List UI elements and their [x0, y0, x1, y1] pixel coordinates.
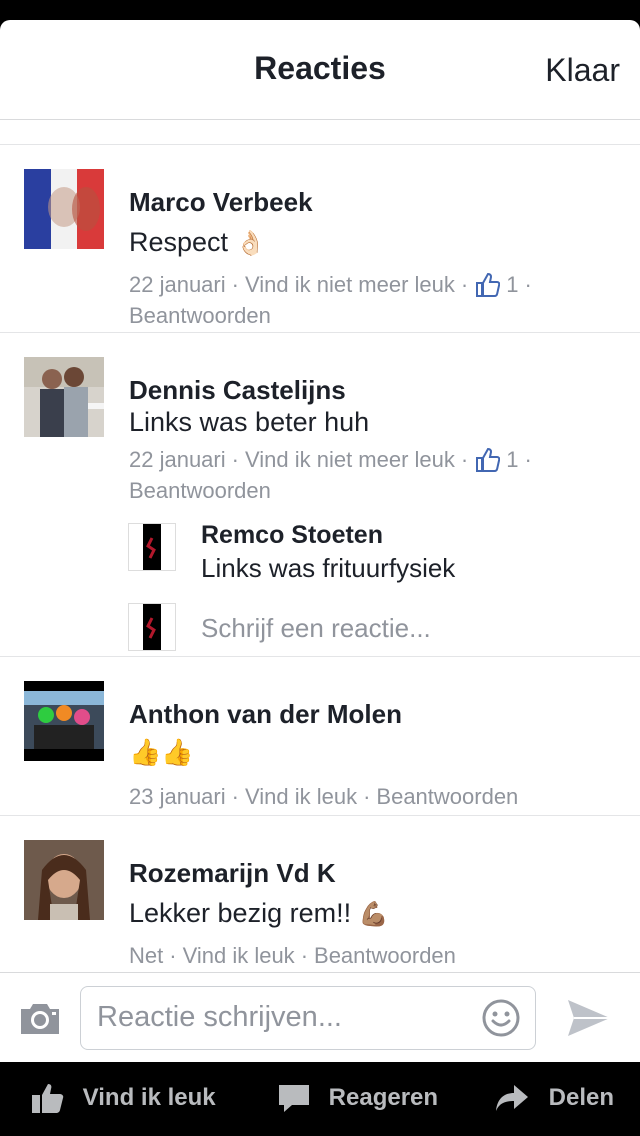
- comment-action-button[interactable]: Reageren: [276, 1082, 438, 1114]
- page-title: Reacties: [254, 50, 386, 86]
- comment-item: Dennis Castelijns Links was beter huh 22…: [0, 333, 640, 655]
- like-link[interactable]: Vind ik leuk: [245, 784, 357, 809]
- reply-text: Links was frituurfysiek: [201, 553, 456, 583]
- timestamp: 22 januari: [129, 272, 226, 298]
- bottom-action-bar: Vind ik leuk Reageren Delen: [0, 1062, 640, 1136]
- unlike-link[interactable]: Vind ik niet meer leuk: [245, 447, 455, 472]
- comment-input[interactable]: Reactie schrijven...: [80, 986, 536, 1050]
- send-icon[interactable]: [566, 997, 612, 1039]
- like-count: 1: [506, 447, 519, 473]
- reply-link[interactable]: Beantwoorden: [376, 784, 518, 809]
- emoji-icon[interactable]: [481, 998, 521, 1038]
- comments-sheet: Reacties Klaar Marco Verbeek Respect 👌🏻 …: [0, 20, 640, 1062]
- reply-link[interactable]: Beantwoorden: [129, 478, 271, 503]
- reply-link[interactable]: Beantwoorden: [129, 303, 271, 328]
- comment-item: Rozemarijn Vd K Lekker bezig rem!! 💪🏽 Ne…: [0, 816, 640, 972]
- timestamp: 22 januari: [129, 447, 226, 473]
- commenter-name[interactable]: Dennis Castelijns: [129, 375, 346, 406]
- done-button[interactable]: Klaar: [545, 52, 620, 89]
- timestamp: Net: [129, 943, 164, 969]
- like-action-label: Vind ik leuk: [82, 1084, 216, 1111]
- thumbs-up-emoji: 👍👍: [129, 737, 194, 767]
- comment-icon: [279, 1085, 309, 1112]
- my-avatar: [128, 603, 176, 651]
- comment-text: Links was beter huh: [129, 407, 370, 437]
- avatar[interactable]: [24, 169, 104, 249]
- like-count: 1: [506, 272, 519, 298]
- share-action-label: Delen: [548, 1084, 615, 1111]
- comment-text: Lekker bezig rem!! 💪🏽: [129, 898, 389, 929]
- comment-composer: Reactie schrijven...: [0, 972, 640, 1062]
- ok-hand-emoji: 👌🏻: [235, 230, 266, 257]
- header: Reacties Klaar: [0, 20, 640, 120]
- commenter-name[interactable]: Rozemarijn Vd K: [129, 858, 336, 889]
- thumbs-up-icon: [32, 1084, 64, 1113]
- camera-icon[interactable]: [18, 1001, 62, 1037]
- comment-text-body: Respect: [129, 227, 229, 257]
- flexed-biceps-emoji: 💪🏽: [358, 901, 389, 928]
- reply-link[interactable]: Beantwoorden: [314, 943, 456, 968]
- comment-meta: Net · Vind ik leuk · Beantwoorden: [129, 943, 456, 969]
- comment-input-placeholder: Reactie schrijven...: [97, 1001, 342, 1033]
- comment-text-body: Lekker bezig rem!!: [129, 898, 352, 928]
- comment-meta: 23 januari · Vind ik leuk · Beantwoorden: [129, 784, 519, 810]
- like-action-button[interactable]: Vind ik leuk: [30, 1082, 216, 1114]
- reply-input[interactable]: Schrijf een reactie...: [201, 613, 431, 644]
- commenter-name[interactable]: Marco Verbeek: [129, 187, 313, 218]
- comment-meta: 22 januari · Vind ik niet meer leuk · 1 · Bea…: [129, 447, 532, 504]
- unlike-link[interactable]: Vind ik niet meer leuk: [245, 272, 455, 297]
- avatar[interactable]: [24, 840, 104, 920]
- commenter-name[interactable]: Anthon van der Molen: [129, 699, 402, 730]
- share-action-button[interactable]: Delen: [494, 1082, 614, 1114]
- comment-item: Marco Verbeek Respect 👌🏻 22 januari · Vind…: [0, 145, 640, 332]
- comment-text: Respect 👌🏻: [129, 227, 265, 258]
- reply-avatar[interactable]: [128, 523, 176, 571]
- comment-meta: 22 januari · Vind ik niet meer leuk · 1 · Bea…: [129, 272, 532, 329]
- avatar[interactable]: [24, 681, 104, 761]
- comment-action-label: Reageren: [328, 1084, 439, 1111]
- share-icon: [496, 1085, 528, 1111]
- like-link[interactable]: Vind ik leuk: [183, 943, 295, 968]
- thumbs-up-icon: [476, 448, 501, 473]
- avatar[interactable]: [24, 357, 104, 437]
- comment-item: Anthon van der Molen 👍👍 23 januari · Vind …: [0, 657, 640, 815]
- thumbs-up-icon: [476, 273, 501, 298]
- reply-author[interactable]: Remco Stoeten: [201, 521, 383, 550]
- timestamp: 23 januari: [129, 784, 226, 810]
